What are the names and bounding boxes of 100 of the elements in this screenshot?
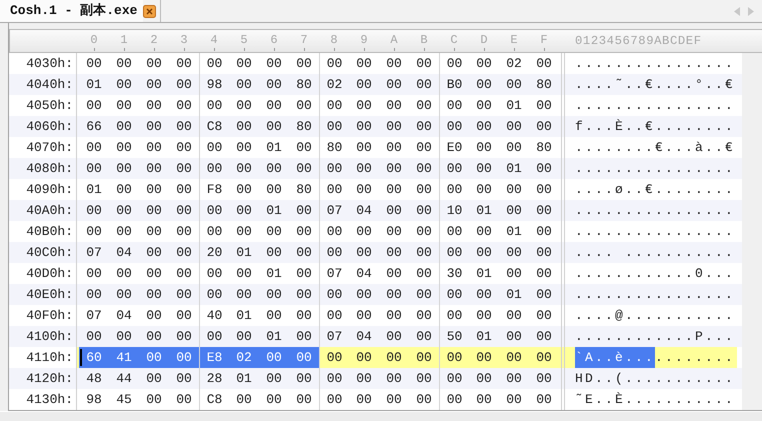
hex-byte[interactable]: 00 — [259, 347, 289, 368]
hex-byte[interactable]: 00 — [469, 95, 499, 116]
hex-byte[interactable]: 00 — [109, 200, 139, 221]
hex-byte[interactable]: 80 — [289, 74, 319, 95]
hex-byte[interactable]: 04 — [349, 263, 379, 284]
hex-byte[interactable]: 00 — [169, 242, 199, 263]
hex-byte[interactable]: 00 — [409, 137, 439, 158]
hex-byte[interactable]: 00 — [109, 263, 139, 284]
hex-byte[interactable]: 00 — [229, 179, 259, 200]
hex-byte[interactable]: 00 — [499, 389, 529, 410]
hex-byte[interactable]: 00 — [379, 347, 409, 368]
hex-byte[interactable]: 00 — [169, 221, 199, 242]
scroll-left-icon[interactable] — [734, 6, 740, 16]
hex-byte[interactable]: 00 — [79, 200, 109, 221]
hex-byte[interactable]: 01 — [499, 158, 529, 179]
hex-row[interactable]: 40A0h: 00 00 00 00 00 00 01 00 07 04 00 00 10 01 00 00 ................ — [9, 200, 742, 221]
hex-byte[interactable]: 07 — [79, 242, 109, 263]
hex-byte[interactable]: 00 — [409, 347, 439, 368]
hex-byte[interactable]: 00 — [529, 389, 559, 410]
hex-byte[interactable]: 00 — [499, 242, 529, 263]
hex-byte[interactable]: 00 — [439, 389, 469, 410]
hex-byte[interactable]: 00 — [139, 137, 169, 158]
hex-byte[interactable]: 00 — [139, 305, 169, 326]
hex-byte[interactable]: 00 — [229, 74, 259, 95]
hex-byte[interactable]: 00 — [529, 368, 559, 389]
hex-byte[interactable]: 00 — [379, 158, 409, 179]
hex-byte[interactable]: 00 — [259, 221, 289, 242]
hex-byte[interactable]: 00 — [379, 221, 409, 242]
hex-row[interactable]: 40B0h: 00 00 00 00 00 00 00 00 00 00 00 00 00 00 01 00 ................ — [9, 221, 742, 242]
hex-byte[interactable]: 00 — [139, 242, 169, 263]
hex-byte[interactable]: 00 — [379, 305, 409, 326]
hex-byte[interactable]: 00 — [379, 95, 409, 116]
hex-byte[interactable]: 00 — [79, 284, 109, 305]
hex-byte[interactable]: 01 — [469, 200, 499, 221]
hex-byte[interactable]: 00 — [349, 242, 379, 263]
hex-byte[interactable]: 00 — [139, 326, 169, 347]
hex-byte[interactable]: 41 — [109, 347, 139, 368]
hex-byte[interactable]: 00 — [139, 74, 169, 95]
hex-byte[interactable]: 00 — [499, 116, 529, 137]
hex-byte[interactable]: 00 — [379, 368, 409, 389]
hex-byte[interactable]: 00 — [529, 326, 559, 347]
hex-byte[interactable]: 00 — [409, 179, 439, 200]
hex-byte[interactable]: 00 — [529, 347, 559, 368]
hex-byte[interactable]: 00 — [529, 221, 559, 242]
hex-byte[interactable]: 00 — [469, 53, 499, 74]
hex-row[interactable]: 4130h: 98 45 00 00 C8 00 00 00 00 00 00 00 00 00 00 00 ˜E..È........... — [9, 389, 742, 410]
hex-byte[interactable]: 00 — [289, 305, 319, 326]
hex-byte[interactable]: 00 — [349, 389, 379, 410]
hex-byte[interactable]: 00 — [259, 53, 289, 74]
hex-byte[interactable]: 00 — [349, 53, 379, 74]
hex-byte[interactable]: 07 — [79, 305, 109, 326]
hex-byte[interactable]: 00 — [139, 347, 169, 368]
hex-byte[interactable]: 00 — [529, 305, 559, 326]
hex-byte[interactable]: 00 — [409, 284, 439, 305]
hex-byte[interactable]: 00 — [169, 158, 199, 179]
hex-byte[interactable]: 04 — [109, 242, 139, 263]
hex-byte[interactable]: 00 — [409, 368, 439, 389]
hex-byte[interactable]: 60 — [79, 347, 109, 368]
hex-byte[interactable]: 00 — [529, 158, 559, 179]
hex-byte[interactable]: 01 — [79, 179, 109, 200]
hex-byte[interactable]: 04 — [349, 200, 379, 221]
hex-byte[interactable]: 00 — [529, 95, 559, 116]
hex-byte[interactable]: 00 — [139, 284, 169, 305]
hex-row[interactable]: 4060h: 66 00 00 00 C8 00 00 80 00 00 00 00 00 00 00 00 f...È..€........ — [9, 116, 742, 137]
hex-byte[interactable]: 00 — [109, 95, 139, 116]
hex-byte[interactable]: 01 — [259, 137, 289, 158]
hex-byte[interactable]: 00 — [289, 242, 319, 263]
hex-byte[interactable]: 00 — [379, 263, 409, 284]
hex-byte[interactable]: 00 — [229, 389, 259, 410]
hex-byte[interactable]: C8 — [199, 389, 229, 410]
hex-byte[interactable]: 00 — [169, 347, 199, 368]
hex-byte[interactable]: 00 — [289, 95, 319, 116]
hex-byte[interactable]: 00 — [289, 389, 319, 410]
hex-byte[interactable]: 00 — [499, 200, 529, 221]
hex-byte[interactable]: 00 — [529, 242, 559, 263]
hex-byte[interactable]: 00 — [499, 326, 529, 347]
hex-byte[interactable]: 00 — [349, 305, 379, 326]
hex-byte[interactable]: 00 — [229, 95, 259, 116]
hex-row[interactable]: 4090h: 01 00 00 00 F8 00 00 80 00 00 00 00 00 00 00 00 ....ø..€........ — [9, 179, 742, 200]
hex-byte[interactable]: 00 — [469, 242, 499, 263]
hex-byte[interactable]: 00 — [469, 179, 499, 200]
hex-byte[interactable]: 01 — [259, 326, 289, 347]
hex-byte[interactable]: 00 — [499, 74, 529, 95]
hex-byte[interactable]: 00 — [169, 263, 199, 284]
hex-byte[interactable]: 00 — [379, 137, 409, 158]
hex-row[interactable]: 40F0h: 07 04 00 00 40 01 00 00 00 00 00 00 00 00 00 00 ....@........... — [9, 305, 742, 326]
hex-byte[interactable]: 02 — [499, 53, 529, 74]
hex-byte[interactable]: 00 — [79, 263, 109, 284]
hex-byte[interactable]: 00 — [529, 179, 559, 200]
hex-byte[interactable]: 00 — [229, 53, 259, 74]
hex-byte[interactable]: 00 — [229, 284, 259, 305]
hex-byte[interactable]: 00 — [409, 95, 439, 116]
hex-byte[interactable]: 00 — [319, 389, 349, 410]
hex-byte[interactable]: 00 — [379, 326, 409, 347]
hex-byte[interactable]: 00 — [409, 116, 439, 137]
hex-byte[interactable]: 00 — [169, 284, 199, 305]
hex-byte[interactable]: 00 — [259, 284, 289, 305]
hex-byte[interactable]: 00 — [109, 74, 139, 95]
hex-byte[interactable]: 00 — [469, 284, 499, 305]
hex-byte[interactable]: 00 — [379, 116, 409, 137]
